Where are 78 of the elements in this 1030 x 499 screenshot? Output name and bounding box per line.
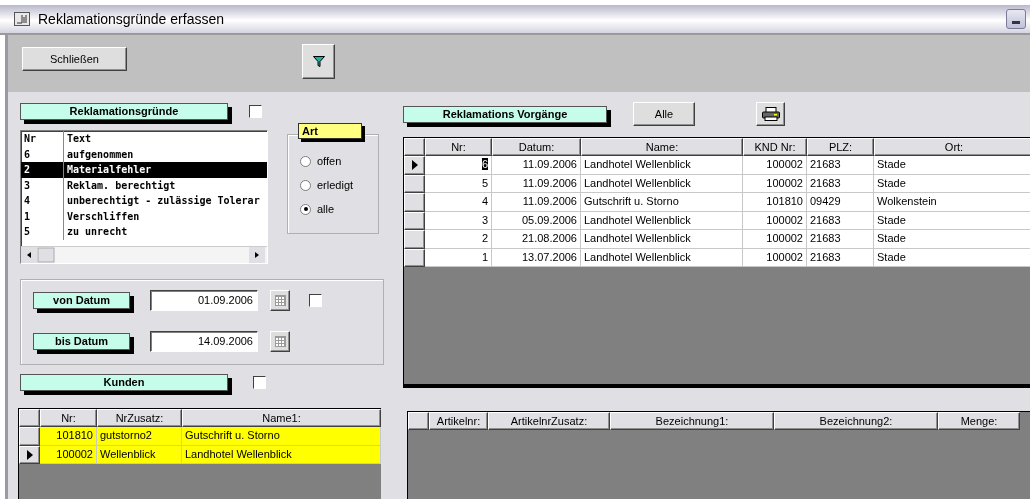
column-header[interactable]: NrZusatz: <box>97 409 182 427</box>
table-cell: 21683 <box>807 156 874 175</box>
filter-icon <box>312 56 325 67</box>
table-cell: gutstorno2 <box>97 427 182 446</box>
column-header[interactable]: Nr: <box>40 409 97 427</box>
all-button[interactable]: Alle <box>633 102 695 126</box>
print-button[interactable] <box>756 102 785 126</box>
printer-icon <box>761 107 780 121</box>
table-cell: 09429 <box>807 193 874 212</box>
column-header[interactable]: Datum: <box>492 138 581 156</box>
radio-label: erledigt <box>317 179 354 191</box>
table-cell: 100002 <box>743 230 807 249</box>
table-cell: Stade <box>874 230 1030 249</box>
group-legend: Art <box>298 123 362 139</box>
column-header[interactable]: Menge: <box>938 412 1020 430</box>
minimize-button[interactable] <box>1006 9 1026 29</box>
form-icon <box>14 12 30 26</box>
list-item[interactable]: 1 Verschliffen <box>21 208 267 224</box>
table-cell: Wolkenstein <box>874 193 1030 212</box>
column-header: Nr <box>21 131 64 147</box>
table-cell: Gutschrift u. Storno <box>182 427 381 446</box>
column-header: Text <box>66 132 93 146</box>
list-item[interactable]: 3 Reklam. berechtigt <box>21 177 267 193</box>
column-header[interactable]: Name1: <box>182 409 381 427</box>
calendar-button[interactable] <box>270 331 290 352</box>
calendar-icon <box>274 295 286 306</box>
column-header[interactable]: KND Nr: <box>743 138 807 156</box>
corner-header <box>408 412 429 430</box>
date-field[interactable]: 14.09.2006 <box>150 331 258 352</box>
minimize-icon <box>1012 21 1020 24</box>
radio-label: alle <box>317 203 335 215</box>
table-cell: 100002 <box>743 156 807 175</box>
column-header[interactable]: Artikelnr: <box>429 412 488 430</box>
radio-button[interactable] <box>300 203 311 215</box>
row-selector[interactable] <box>404 193 425 212</box>
horizontal-scrollbar[interactable] <box>21 246 267 263</box>
table-cell: Stade <box>874 156 1030 175</box>
list-item[interactable]: 2 Materialfehler <box>21 162 267 178</box>
corner-header <box>19 409 40 427</box>
list-item[interactable]: 4 unberechtigt - zulässige Tolerar <box>21 193 267 209</box>
table-cell: 101810 <box>40 427 97 446</box>
column-header[interactable]: Ort: <box>874 138 1030 156</box>
checkbox[interactable] <box>309 294 322 307</box>
table-cell: 21.08.2006 <box>492 230 581 249</box>
row-pointer-icon <box>411 160 418 171</box>
table-cell: 21683 <box>807 230 874 249</box>
filter-button[interactable] <box>302 44 335 79</box>
close-button[interactable]: Schließen <box>22 47 127 71</box>
table-cell: 4 <box>425 193 492 212</box>
radio-label: offen <box>317 155 342 167</box>
calendar-button[interactable] <box>270 290 290 311</box>
row-pointer-icon <box>26 449 33 460</box>
radio-button[interactable] <box>300 179 311 191</box>
window-title: Reklamationsgründe erfassen <box>38 11 224 27</box>
calendar-icon <box>274 336 286 347</box>
date-field[interactable]: 01.09.2006 <box>150 290 258 311</box>
table-cell: Landhotel Wellenblick <box>581 230 743 249</box>
row-selector[interactable] <box>404 156 425 175</box>
column-header[interactable]: ArtikelnrZusatz: <box>488 412 610 430</box>
column-header[interactable]: PLZ: <box>807 138 874 156</box>
table-cell: 11.09.2006 <box>492 193 581 212</box>
checkbox[interactable] <box>249 105 262 118</box>
row-selector[interactable] <box>19 427 40 446</box>
table-cell: 6 <box>425 156 492 175</box>
column-header[interactable]: Nr: <box>425 138 492 156</box>
row-selector[interactable] <box>404 230 425 249</box>
corner-header <box>404 138 425 156</box>
table-cell: 2 <box>425 230 492 249</box>
list-item[interactable]: 5 zu unrecht <box>21 224 267 240</box>
radio-button[interactable] <box>300 155 311 167</box>
column-header[interactable]: Bezeichnung2: <box>774 412 938 430</box>
column-header[interactable]: Bezeichnung1: <box>610 412 774 430</box>
column-header[interactable]: Name: <box>581 138 743 156</box>
table-cell: Landhotel Wellenblick <box>581 156 743 175</box>
checkbox[interactable] <box>253 376 266 389</box>
table-cell: Gutschrift u. Storno <box>581 193 743 212</box>
table-cell: 11.09.2006 <box>492 156 581 175</box>
table-cell: 101810 <box>743 193 807 212</box>
